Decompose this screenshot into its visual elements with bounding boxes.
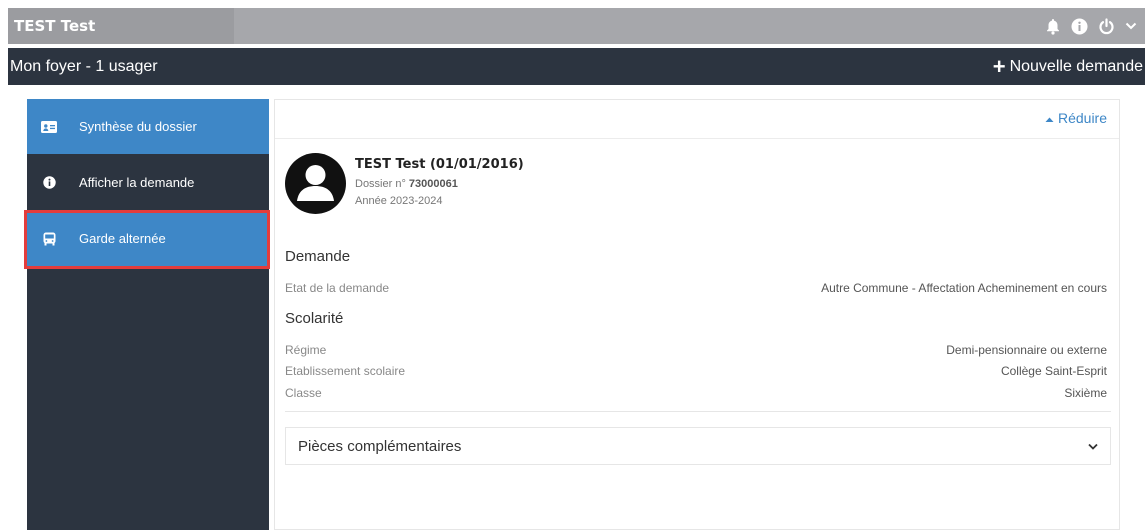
section-demande: Demande	[285, 248, 351, 265]
top-bar-icons	[1045, 8, 1137, 44]
classe-label: Classe	[285, 386, 322, 400]
user-name: TEST Test	[8, 8, 234, 44]
top-bar: TEST Test	[8, 8, 1145, 44]
accordion-label: Pièces complémentaires	[298, 437, 462, 455]
chevron-down-icon[interactable]	[1125, 21, 1137, 31]
avatar	[285, 153, 346, 214]
section-scolarite: Scolarité	[285, 310, 344, 327]
regime-label: Régime	[285, 343, 327, 357]
chevron-up-icon	[1045, 110, 1054, 126]
dossier-prefix: Dossier n°	[355, 178, 406, 190]
new-request-button[interactable]: + Nouvelle demande	[993, 48, 1143, 85]
pieces-complementaires-accordion[interactable]: Pièces complémentaires	[285, 427, 1111, 465]
request-panel: Réduire TEST Test (01/01/2016) Dossier n…	[274, 99, 1120, 530]
info-icon[interactable]	[1071, 18, 1088, 35]
plus-icon: +	[992, 53, 1006, 79]
divider	[275, 138, 1119, 139]
info-icon	[41, 176, 57, 189]
classe-value: Sixième	[1064, 386, 1107, 400]
dossier-value: 73000061	[408, 178, 458, 190]
sidebar-item-afficher-demande[interactable]: Afficher la demande	[27, 155, 269, 210]
reduce-label: Réduire	[1057, 110, 1107, 126]
etablissement-label: Etablissement scolaire	[285, 364, 406, 378]
chevron-down-icon	[1088, 437, 1098, 455]
etat-label: Etat de la demande	[285, 281, 390, 295]
id-card-icon	[41, 120, 57, 133]
bell-icon[interactable]	[1045, 18, 1061, 35]
selection-highlight	[24, 210, 270, 269]
reduce-button[interactable]: Réduire	[1045, 110, 1107, 126]
sidebar-item-label: Synthèse du dossier	[79, 119, 197, 134]
power-icon[interactable]	[1098, 17, 1115, 35]
school-year: Année 2023-2024	[355, 195, 443, 207]
etat-value: Autre Commune - Affectation Acheminement…	[821, 281, 1107, 295]
household-title: Mon foyer - 1 usager	[10, 58, 158, 75]
divider	[285, 411, 1111, 412]
regime-value: Demi-pensionnaire ou externe	[946, 343, 1107, 357]
sidebar-item-synthese[interactable]: Synthèse du dossier	[27, 99, 269, 154]
sidebar: Synthèse du dossier Afficher la demande …	[27, 99, 269, 530]
person-name: TEST Test (01/01/2016)	[355, 157, 524, 172]
household-bar: Mon foyer - 1 usager + Nouvelle demande	[8, 48, 1145, 85]
etablissement-value: Collège Saint-Esprit	[1000, 364, 1107, 378]
sidebar-item-label: Afficher la demande	[79, 175, 195, 190]
new-request-label: Nouvelle demande	[1009, 58, 1143, 75]
dossier-number: Dossier n° 73000061	[355, 178, 458, 190]
